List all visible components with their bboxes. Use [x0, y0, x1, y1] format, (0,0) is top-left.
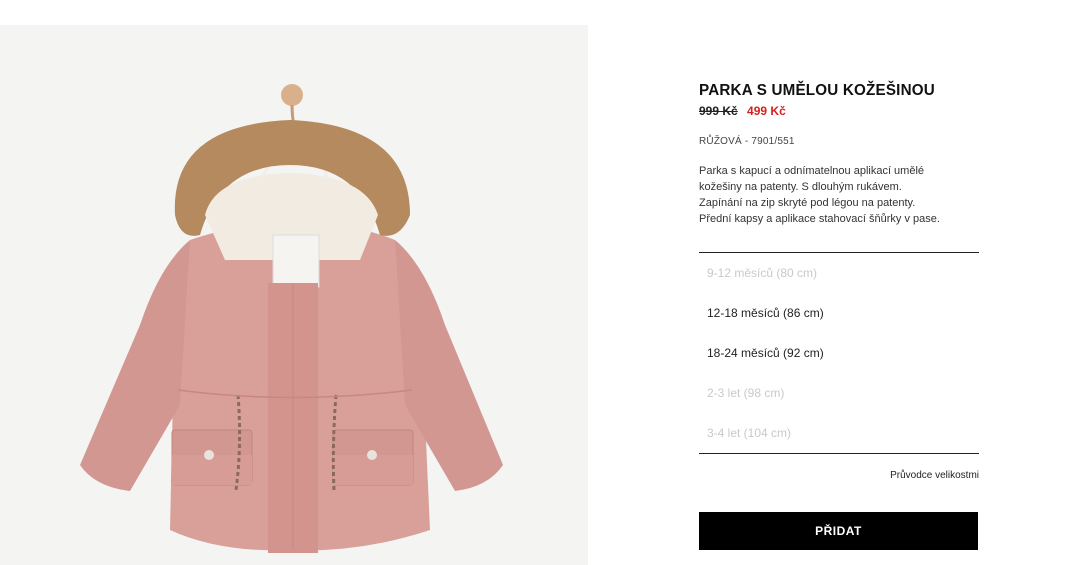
sale-price: 499 Kč: [747, 104, 786, 118]
size-option-12-18-months[interactable]: 12-18 měsíců (86 cm): [699, 293, 979, 333]
add-to-cart-button[interactable]: PŘIDAT: [699, 512, 978, 550]
pink-parka-illustration: [80, 84, 503, 553]
size-selector: 9-12 měsíců (80 cm) 12-18 měsíců (86 cm)…: [699, 252, 979, 454]
size-option-2-3-years: 2-3 let (98 cm): [707, 386, 785, 400]
product-title: PARKA S UMĚLOU KOŽEŠINOU: [699, 82, 935, 99]
size-guide-link[interactable]: Průvodce velikostmi: [699, 470, 979, 481]
product-description: Parka s kapucí a odnímatelnou aplikací u…: [699, 163, 979, 227]
description-line: Parka s kapucí a odnímatelnou aplikací u…: [699, 165, 925, 177]
product-details: PARKA S UMĚLOU KOŽEŠINOU 999 Kč 499 Kč R…: [699, 80, 979, 550]
color-and-reference: RŮŽOVÁ - 7901/551: [699, 136, 795, 147]
product-page: PARKA S UMĚLOU KOŽEŠINOU 999 Kč 499 Kč R…: [0, 0, 1065, 565]
product-image[interactable]: [0, 25, 588, 565]
size-option-9-12-months: 9-12 měsíců (80 cm): [707, 266, 818, 280]
description-line: Přední kapsy a aplikace stahovací šňůrky…: [699, 213, 940, 225]
price-row: 999 Kč 499 Kč: [699, 103, 979, 119]
original-price: 999 Kč: [699, 104, 738, 118]
description-line: kožešiny na patenty. S dlouhým rukávem.: [699, 181, 902, 193]
description-line: Zapínání na zip skryté pod légou na pate…: [699, 197, 916, 209]
size-option-3-4-years: 3-4 let (104 cm): [707, 426, 792, 440]
size-option-18-24-months[interactable]: 18-24 měsíců (92 cm): [699, 333, 979, 373]
